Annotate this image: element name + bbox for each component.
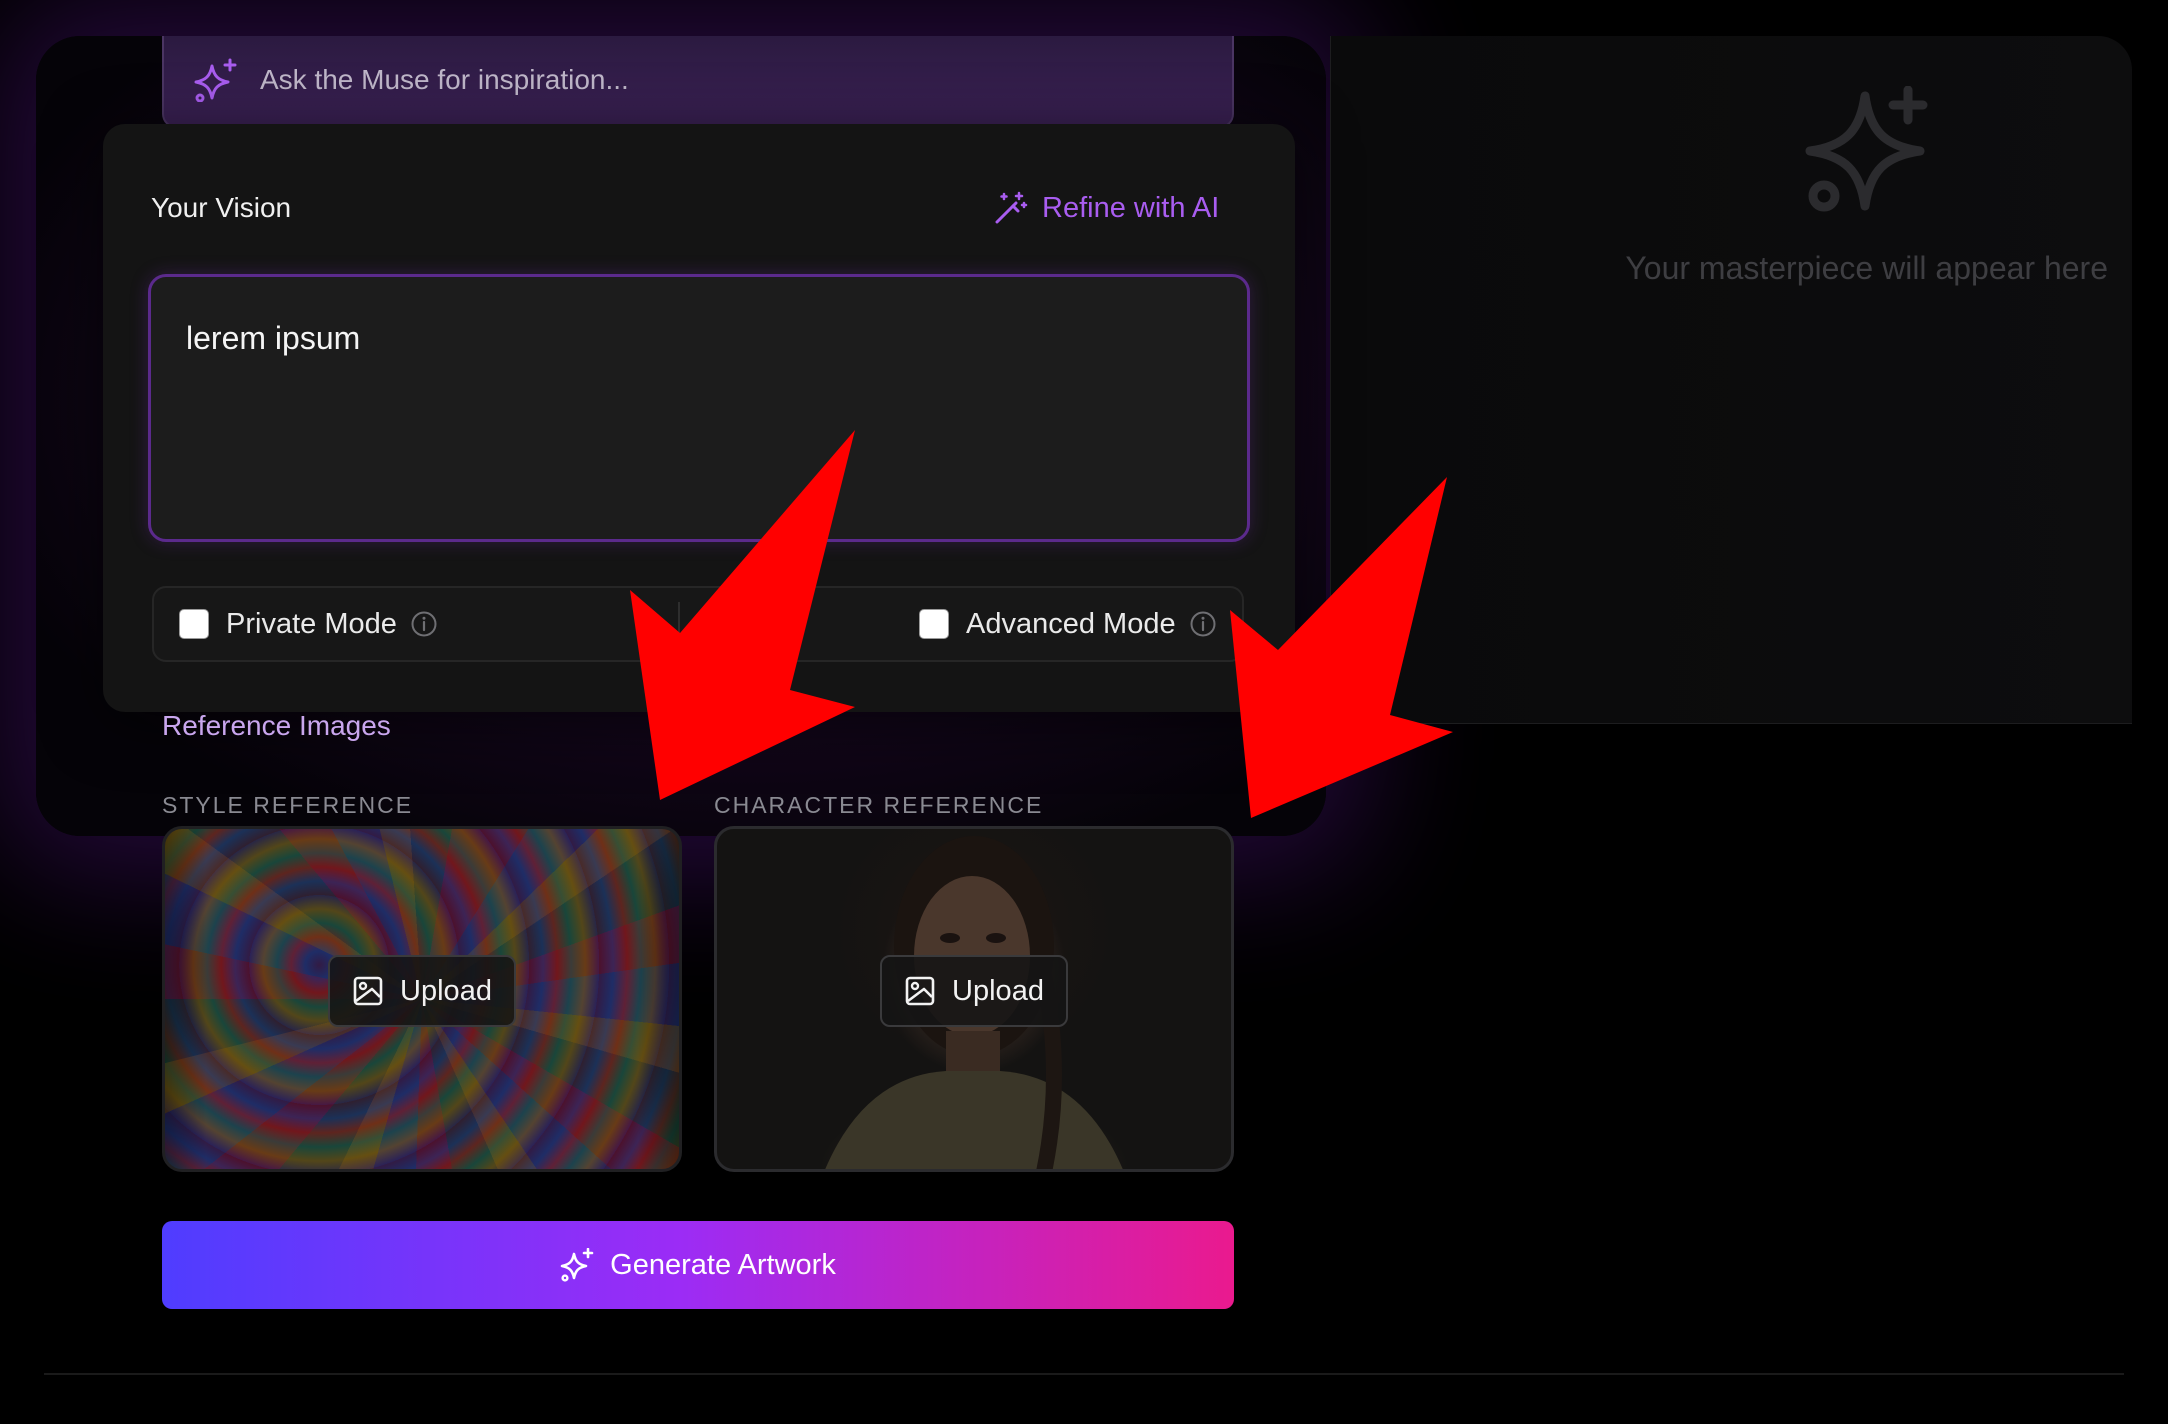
private-mode-label[interactable]: Private Mode (226, 608, 397, 641)
style-upload-button[interactable]: Upload (328, 955, 516, 1027)
refine-label: Refine with AI (1042, 191, 1220, 224)
footer-divider (44, 1373, 2124, 1375)
advanced-mode-checkbox[interactable] (919, 609, 949, 639)
refine-with-ai-button[interactable]: Refine with AI (994, 188, 1219, 228)
annotation-arrow-left (630, 430, 855, 800)
upload-label: Upload (400, 974, 492, 1007)
private-mode-checkbox[interactable] (179, 609, 209, 639)
annotation-arrow-right (1230, 477, 1453, 818)
advanced-mode-label[interactable]: Advanced Mode (966, 608, 1176, 641)
sparkles-icon (194, 58, 237, 102)
character-upload-button[interactable]: Upload (880, 955, 1068, 1027)
preview-empty-text: Your masterpiece will appear here (1625, 250, 2108, 286)
info-icon[interactable] (1189, 610, 1217, 638)
magic-wand-icon (995, 191, 1028, 224)
muse-placeholder: Ask the Muse for inspiration... (260, 64, 629, 95)
vision-label: Your Vision (151, 192, 292, 223)
style-reference-label: STYLE REFERENCE (162, 792, 414, 818)
image-icon (905, 976, 935, 1006)
vision-prompt-text: lerem ipsum (186, 320, 361, 356)
sparkles-icon (560, 1248, 594, 1282)
info-icon[interactable] (410, 610, 438, 638)
sparkle-star-icon (1805, 86, 1928, 212)
generate-artwork-button[interactable]: Generate Artwork (162, 1221, 1234, 1309)
upload-label: Upload (952, 974, 1044, 1007)
reference-images-title: Reference Images (162, 710, 391, 741)
generate-label: Generate Artwork (610, 1248, 836, 1281)
image-icon (353, 976, 383, 1006)
